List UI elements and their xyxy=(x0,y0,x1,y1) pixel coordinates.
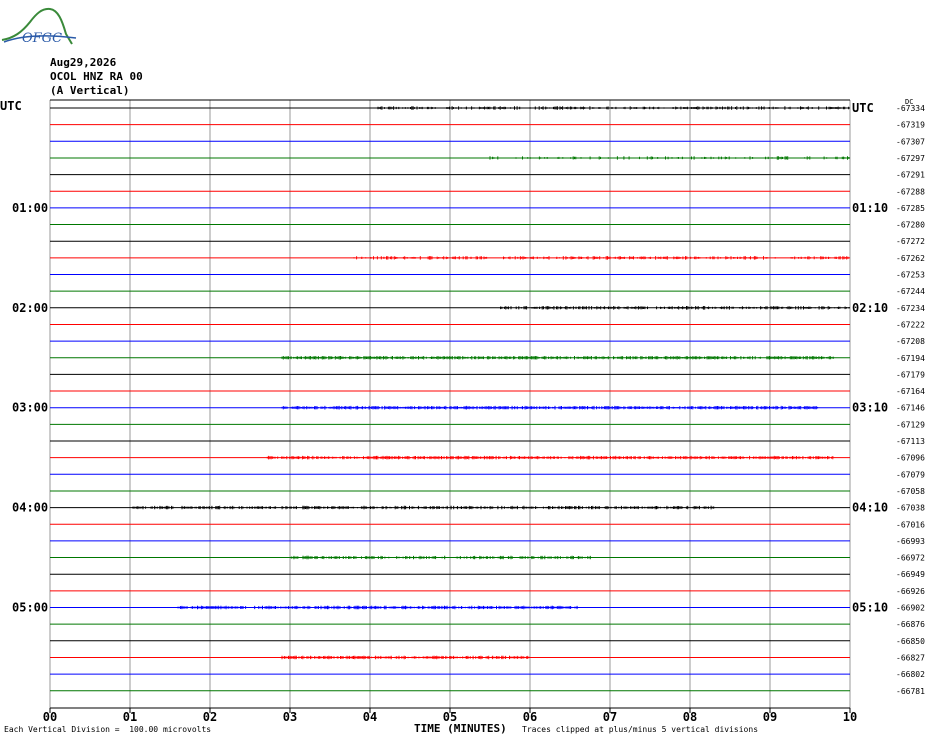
left-time-label: 03:00 xyxy=(12,401,48,415)
dc-offset-label: -67016 xyxy=(896,520,925,529)
dc-offset-label: -67208 xyxy=(896,337,925,346)
left-axis-title: UTC xyxy=(0,99,22,113)
left-time-label: 04:00 xyxy=(12,501,48,515)
x-tick-label: 09 xyxy=(763,710,777,724)
right-time-label: 02:10 xyxy=(852,301,888,315)
x-tick-label: 02 xyxy=(203,710,217,724)
dc-offset-label: -67113 xyxy=(896,437,925,446)
dc-offset-label: -66876 xyxy=(896,620,925,629)
signal-activity xyxy=(132,106,850,660)
dc-offset-label: -67262 xyxy=(896,254,925,263)
x-tick-label: 01 xyxy=(123,710,137,724)
dc-offset-label: -66850 xyxy=(896,637,925,646)
right-time-label: 05:10 xyxy=(852,601,888,615)
dc-offset-label: -67253 xyxy=(896,271,925,280)
right-time-label: 04:10 xyxy=(852,501,888,515)
axis-labels: 00 01 02 03 04 05 06 07 08 09 10-67334-67319-67307… xyxy=(0,98,925,724)
dc-offset-label: -67194 xyxy=(896,354,925,363)
right-time-label: 03:10 xyxy=(852,401,888,415)
dc-offset-label: -67272 xyxy=(896,237,925,246)
dc-offset-label: -67234 xyxy=(896,304,925,313)
left-time-label: 02:00 xyxy=(12,301,48,315)
x-tick-label: 03 xyxy=(283,710,297,724)
dc-offset-label: -67288 xyxy=(896,187,925,196)
dc-offset-label: -66802 xyxy=(896,670,925,679)
dc-offset-label: -66902 xyxy=(896,604,925,613)
dc-offset-label: -67297 xyxy=(896,154,925,163)
dc-offset-label: -67307 xyxy=(896,137,925,146)
x-tick-label: 07 xyxy=(603,710,617,724)
dc-offset-label: -67280 xyxy=(896,221,925,230)
right-time-label: UTC xyxy=(852,101,874,115)
dc-offset-label: -66949 xyxy=(896,570,925,579)
dc-offset-label: -67038 xyxy=(896,504,925,513)
right-time-label: 01:10 xyxy=(852,201,888,215)
left-time-label: 05:00 xyxy=(12,601,48,615)
clip-note: Traces clipped at plus/minus 5 vertical … xyxy=(522,725,759,734)
helicorder-plot: 00 01 02 03 04 05 06 07 08 09 10-67334-67319-67307… xyxy=(0,98,925,724)
dc-offset-label: -67058 xyxy=(896,487,925,496)
x-tick-label: 00 xyxy=(43,710,57,724)
dc-offset-label: -67291 xyxy=(896,171,925,180)
dc-label: DC xyxy=(905,98,913,106)
left-time-label: 01:00 xyxy=(12,201,48,215)
dc-offset-label: -67146 xyxy=(896,404,925,413)
dc-offset-label: -67079 xyxy=(896,470,925,479)
dc-offset-label: -67244 xyxy=(896,287,925,296)
dc-offset-label: -67096 xyxy=(896,454,925,463)
signal-burst xyxy=(281,405,819,410)
x-tick-label: 08 xyxy=(683,710,697,724)
dc-offset-label: -67164 xyxy=(896,387,925,396)
dc-offset-label: -67129 xyxy=(896,420,925,429)
dc-offset-label: -66972 xyxy=(896,554,925,563)
dc-offset-label: -67319 xyxy=(896,121,925,130)
dc-offset-label: -66827 xyxy=(896,653,925,662)
dc-offset-label: -66993 xyxy=(896,537,925,546)
x-tick-label: 04 xyxy=(363,710,377,724)
division-note: Each Vertical Division = 100.00 microvol… xyxy=(4,725,212,734)
dc-offset-label: -67179 xyxy=(896,370,925,379)
dc-offset-label: -66781 xyxy=(896,687,925,696)
dc-offset-label: -67222 xyxy=(896,320,925,329)
dc-offset-label: -67285 xyxy=(896,204,925,213)
x-tick-label: 10 xyxy=(843,710,857,724)
dc-offset-label: -66926 xyxy=(896,587,925,596)
x-axis-title: TIME (MINUTES) xyxy=(414,722,507,735)
x-tick-label: 06 xyxy=(523,710,537,724)
